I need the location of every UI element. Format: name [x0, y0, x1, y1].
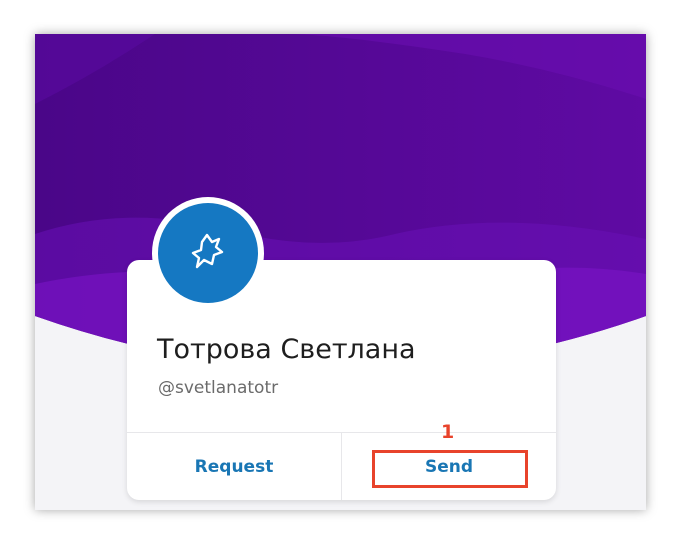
request-button[interactable]: Request — [127, 433, 341, 500]
annotation-marker: 1 — [441, 421, 455, 443]
profile-handle: @svetlanatotr — [158, 378, 279, 398]
chat-bubble-icon — [191, 233, 224, 269]
send-highlight-box — [372, 450, 528, 488]
avatar — [158, 203, 258, 303]
profile-name: Тотрова Светлана — [157, 334, 416, 365]
profile-panel: Тотрова Светлана @svetlanatotr Request S… — [35, 34, 646, 510]
